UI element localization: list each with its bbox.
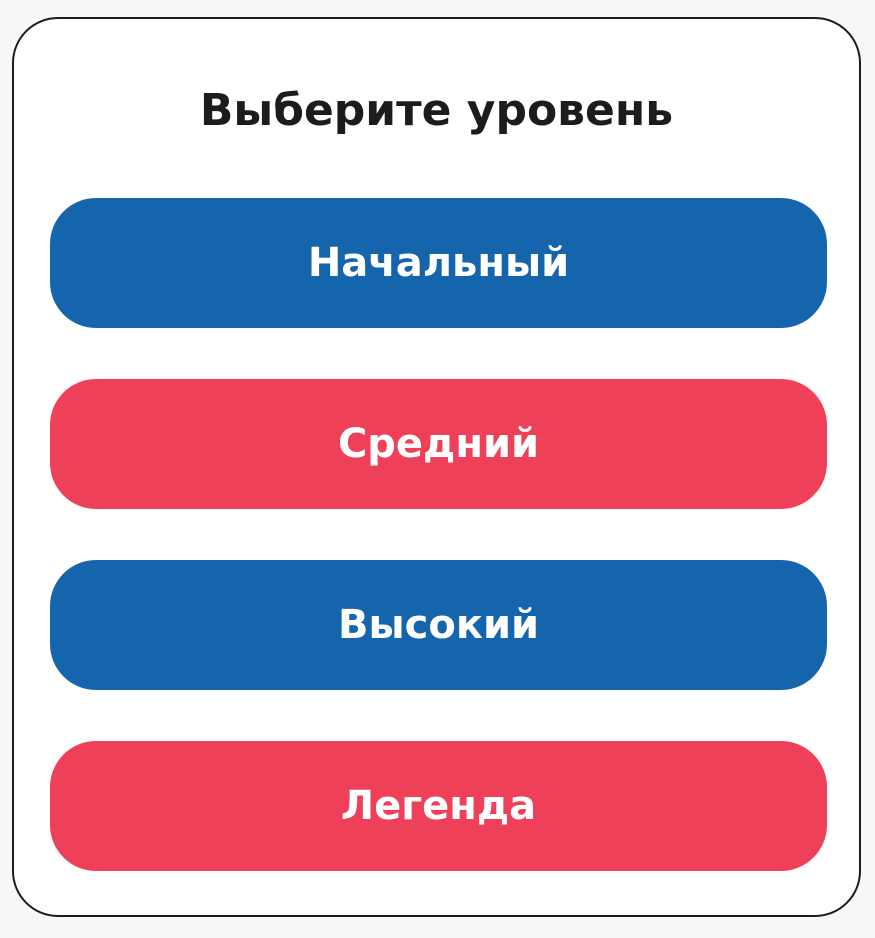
level-button-legend[interactable]: Легенда: [50, 741, 827, 871]
level-button-beginner[interactable]: Начальный: [50, 198, 827, 328]
level-select-card: Выберите уровень Начальный Средний Высок…: [12, 17, 861, 917]
level-button-intermediate[interactable]: Средний: [50, 379, 827, 509]
page-title: Выберите уровень: [199, 85, 674, 136]
level-button-advanced[interactable]: Высокий: [50, 560, 827, 690]
